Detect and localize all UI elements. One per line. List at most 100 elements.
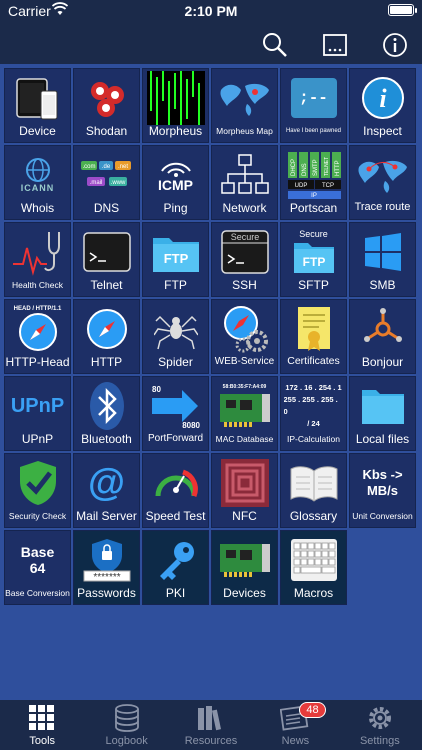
tool-portforward[interactable]: 80 8080 PortForward xyxy=(142,376,209,451)
tool-morpheus[interactable]: Morpheus xyxy=(142,68,209,143)
ftp-text: FTP xyxy=(163,251,188,266)
tool-ftp[interactable]: FTP FTP xyxy=(142,222,209,297)
tool-local-files[interactable]: Local files xyxy=(349,376,416,451)
tool-base-conversion[interactable]: Base 64 Base Conversion xyxy=(4,530,71,605)
tool-label: Glossary xyxy=(289,509,338,523)
tool-mac-database[interactable]: 58:B0:35:F7:A4:09 MAC Database xyxy=(211,376,278,451)
tool-inspect[interactable]: i Inspect xyxy=(349,68,416,143)
pawned-icon: ;-- xyxy=(284,72,344,124)
port-udp: UDP xyxy=(294,183,307,189)
tool-label: Macros xyxy=(293,586,334,600)
tool-health-check[interactable]: Health Check xyxy=(4,222,71,297)
ip-calc-icon: 172 . 16 . 254 . 1 255 . 255 . 255 . 0 /… xyxy=(284,380,344,432)
tool-upnp[interactable]: UPnP UPnP xyxy=(4,376,71,451)
icmp-text: ICMP xyxy=(158,177,193,193)
tab-news[interactable]: 48 News xyxy=(253,700,337,750)
tool-security-check[interactable]: Security Check xyxy=(4,453,71,528)
info-icon[interactable] xyxy=(380,30,410,60)
world-map-icon xyxy=(215,72,275,124)
tool-speed-test[interactable]: Speed Test xyxy=(142,453,209,528)
tool-whois[interactable]: ICANN Whois xyxy=(4,145,71,220)
key-icon xyxy=(146,534,206,586)
tool-trace-route[interactable]: Trace route xyxy=(349,145,416,220)
tool-http-head[interactable]: HEAD / HTTP/1.1 HTTP-Head xyxy=(4,299,71,374)
tool-device[interactable]: Device xyxy=(4,68,71,143)
tool-glossary[interactable]: Glossary xyxy=(280,453,347,528)
tool-label: HTTP xyxy=(90,355,123,369)
tool-dns[interactable]: .com .de .net .mail .www DNS xyxy=(73,145,140,220)
tool-label: Shodan xyxy=(85,124,128,138)
port-http: HTTP xyxy=(335,160,341,176)
tool-label: Mail Server xyxy=(76,509,137,523)
unit-conv-line1: Kbs -> xyxy=(362,467,403,482)
tab-logbook[interactable]: Logbook xyxy=(84,700,168,750)
top-bar: Carrier 2:10 PM xyxy=(0,0,422,64)
pf-to-text: 8080 xyxy=(182,421,200,430)
upnp-text: UPnP xyxy=(10,394,65,417)
tool-certificates[interactable]: Certificates xyxy=(280,299,347,374)
tool-label: Have I been pawned xyxy=(285,128,342,134)
tool-ping[interactable]: ICMP Ping xyxy=(142,145,209,220)
tool-label: Network xyxy=(222,201,267,215)
dns-tld-com: .com xyxy=(82,164,95,170)
tool-label: PKI xyxy=(165,586,186,600)
tab-tools[interactable]: Tools xyxy=(0,700,84,750)
base64-icon: Base 64 xyxy=(8,534,68,586)
svg-text:i: i xyxy=(379,84,387,113)
tool-macros[interactable]: Macros xyxy=(280,530,347,605)
tool-pki[interactable]: PKI xyxy=(142,530,209,605)
tool-telnet[interactable]: Telnet xyxy=(73,222,140,297)
dns-tld-www: .www xyxy=(110,180,125,186)
gear-icon xyxy=(365,703,395,733)
tool-label: SSH xyxy=(232,278,257,292)
dns-tld-net: .net xyxy=(117,164,127,170)
bonjour-icon xyxy=(353,303,413,355)
tool-label: Health Check xyxy=(11,280,64,290)
tool-bonjour[interactable]: Bonjour xyxy=(349,299,416,374)
tool-unit-conversion[interactable]: Kbs -> MB/s Unit Conversion xyxy=(349,453,416,528)
tool-morpheus-map[interactable]: Morpheus Map xyxy=(211,68,278,143)
tool-http[interactable]: HTTP xyxy=(73,299,140,374)
shield-check-icon xyxy=(8,457,68,509)
search-icon[interactable] xyxy=(260,30,290,60)
inspect-icon: i xyxy=(353,72,413,124)
tab-resources[interactable]: Resources xyxy=(169,700,253,750)
tool-mail-server[interactable]: @ Mail Server xyxy=(73,453,140,528)
matrix-icon xyxy=(146,71,205,125)
password-mask: ******* xyxy=(93,572,120,583)
port-forward-icon: 80 8080 xyxy=(146,380,206,432)
ssh-secure-text: Secure xyxy=(230,232,259,242)
book-icon xyxy=(284,457,344,509)
tool-passwords[interactable]: ******* Passwords xyxy=(73,530,140,605)
tool-have-i-been-pawned[interactable]: ;-- Have I been pawned xyxy=(280,68,347,143)
tool-sftp[interactable]: Secure FTP SFTP xyxy=(280,222,347,297)
tool-smb[interactable]: SMB xyxy=(349,222,416,297)
shodan-icon xyxy=(77,72,137,124)
tool-label: UPnP xyxy=(21,432,54,446)
tool-spider[interactable]: Spider xyxy=(142,299,209,374)
tool-devices[interactable]: Devices xyxy=(211,530,278,605)
unit-conv-line2: MB/s xyxy=(366,483,399,498)
tab-label: Logbook xyxy=(105,735,148,747)
tool-bluetooth[interactable]: Bluetooth xyxy=(73,376,140,451)
terminal-icon xyxy=(77,226,137,278)
more-icon[interactable] xyxy=(320,30,350,60)
tool-network[interactable]: Network xyxy=(211,145,278,220)
tab-settings[interactable]: Settings xyxy=(338,700,422,750)
ip-line-cidr: / 24 xyxy=(307,419,320,428)
tool-web-service[interactable]: WEB-Service xyxy=(211,299,278,374)
dns-icon: .com .de .net .mail .www xyxy=(77,149,137,201)
tool-portscan[interactable]: DHCP DNS SMTP TELNET HTTP UDP TCP IP Por… xyxy=(280,145,347,220)
icann-icon: ICANN xyxy=(8,149,68,201)
at-sign-icon: @ xyxy=(87,461,126,504)
tool-label: WEB-Service xyxy=(214,356,275,367)
base-line2: 64 xyxy=(29,560,46,576)
sftp-secure-text: Secure xyxy=(299,229,328,239)
tool-nfc[interactable]: NFC xyxy=(211,453,278,528)
tool-label: SFTP xyxy=(298,278,329,292)
tool-ip-calculation[interactable]: 172 . 16 . 254 . 1 255 . 255 . 255 . 0 /… xyxy=(280,376,347,451)
base-line1: Base xyxy=(20,544,55,560)
tool-label: Base Conversion xyxy=(5,588,70,598)
tool-shodan[interactable]: Shodan xyxy=(73,68,140,143)
tool-ssh[interactable]: Secure SSH xyxy=(211,222,278,297)
